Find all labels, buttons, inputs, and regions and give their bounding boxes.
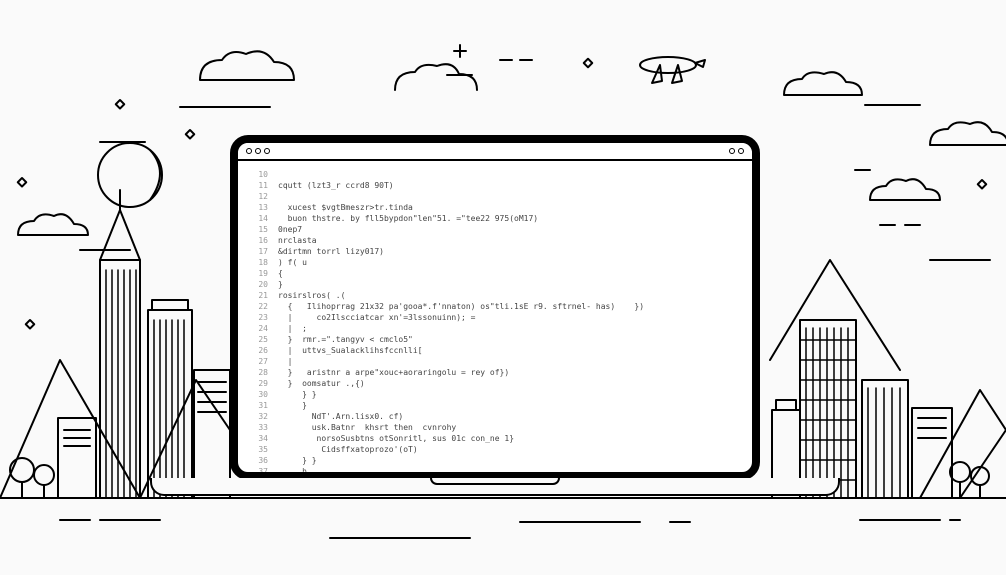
code-line: 30 } } <box>238 389 752 400</box>
code-text: } } <box>278 455 317 466</box>
line-number: 16 <box>238 235 278 246</box>
code-text: | ; <box>278 323 307 334</box>
code-line: 25 } rmr.=".tangyv < cmclo5" <box>238 334 752 345</box>
code-line: 14 buon thstre. by fll5bypdon"len"51. ="… <box>238 213 752 224</box>
code-line: 26 | uttvs_Sualacklihsfccnlli[ <box>238 345 752 356</box>
window-control-icon <box>738 148 744 154</box>
line-number: 21 <box>238 290 278 301</box>
line-number: 28 <box>238 367 278 378</box>
code-text: buon thstre. by fll5bypdon"len"51. ="tee… <box>278 213 538 224</box>
code-text: | co2Ilscciatcar xn'=3lssonuinn); = <box>278 312 475 323</box>
minimize-icon[interactable] <box>255 148 261 154</box>
code-text: | uttvs_Sualacklihsfccnlli[ <box>278 345 423 356</box>
line-number: 26 <box>238 345 278 356</box>
line-number: 22 <box>238 301 278 312</box>
line-number: 19 <box>238 268 278 279</box>
code-line: 33 usk.Batnr khsrt then cvnrohy <box>238 422 752 433</box>
code-line: 20} <box>238 279 752 290</box>
code-line: 24 | ; <box>238 323 752 334</box>
line-number: 37 <box>238 466 278 472</box>
line-number: 32 <box>238 411 278 422</box>
code-text: } <box>278 279 283 290</box>
code-text: h <box>278 466 307 472</box>
code-line: 10 <box>238 169 752 180</box>
line-number: 34 <box>238 433 278 444</box>
code-line: 16nrclasta <box>238 235 752 246</box>
code-text: usk.Batnr khsrt then cvnrohy <box>278 422 456 433</box>
code-line: 35 Cidsffxatoprozo'(oT) <box>238 444 752 455</box>
line-number: 24 <box>238 323 278 334</box>
line-number: 15 <box>238 224 278 235</box>
code-line: 19{ <box>238 268 752 279</box>
laptop-screen: 1011cqutt (lzt3_r ccrd8 90T)1213 xucest … <box>230 135 760 480</box>
line-number: 36 <box>238 455 278 466</box>
line-number: 31 <box>238 400 278 411</box>
laptop-notch <box>430 478 560 485</box>
code-text: rosirslros( .( <box>278 290 345 301</box>
code-text: | <box>278 356 292 367</box>
maximize-icon[interactable] <box>264 148 270 154</box>
code-line: 21rosirslros( .( <box>238 290 752 301</box>
code-line: 150nep7 <box>238 224 752 235</box>
code-text: ) f( u <box>278 257 307 268</box>
code-text: NdT'.Arn.lisx0. cf) <box>278 411 403 422</box>
line-number: 20 <box>238 279 278 290</box>
line-number: 18 <box>238 257 278 268</box>
line-number: 30 <box>238 389 278 400</box>
code-line: 27 | <box>238 356 752 367</box>
code-line: 23 | co2Ilscciatcar xn'=3lssonuinn); = <box>238 312 752 323</box>
code-text: 0nep7 <box>278 224 302 235</box>
code-text: { Ilihoprrag 21x32 pa'gooa*.f'nnaton) os… <box>278 301 644 312</box>
code-line: 34 norsoSusbtns otSonritl, sus 01c con_n… <box>238 433 752 444</box>
code-text: } rmr.=".tangyv < cmclo5" <box>278 334 413 345</box>
code-editor: 1011cqutt (lzt3_r ccrd8 90T)1213 xucest … <box>238 161 752 472</box>
close-icon[interactable] <box>246 148 252 154</box>
code-text: } <box>278 400 307 411</box>
code-line: 13 xucest $vgtBmeszr>tr.tinda <box>238 202 752 213</box>
code-text: } aristnr a arpe"xouc+aoraringolu = rey … <box>278 367 509 378</box>
code-text: { <box>278 268 283 279</box>
code-text: nrclasta <box>278 235 317 246</box>
window-control-icon <box>729 148 735 154</box>
code-line: 22 { Ilihoprrag 21x32 pa'gooa*.f'nnaton)… <box>238 301 752 312</box>
code-line: 17&dirtmn torrl lizy017) <box>238 246 752 257</box>
code-line: 36 } } <box>238 455 752 466</box>
code-line: 11cqutt (lzt3_r ccrd8 90T) <box>238 180 752 191</box>
code-line: 37 h <box>238 466 752 472</box>
line-number: 11 <box>238 180 278 191</box>
window-titlebar <box>238 143 752 161</box>
code-line: 32 NdT'.Arn.lisx0. cf) <box>238 411 752 422</box>
code-line: 28 } aristnr a arpe"xouc+aoraringolu = r… <box>238 367 752 378</box>
code-text: } } <box>278 389 317 400</box>
code-text: &dirtmn torrl lizy017) <box>278 246 384 257</box>
code-line: 31 } <box>238 400 752 411</box>
line-number: 14 <box>238 213 278 224</box>
code-text: norsoSusbtns otSonritl, sus 01c con_ne 1… <box>278 433 514 444</box>
line-number: 23 <box>238 312 278 323</box>
line-number: 25 <box>238 334 278 345</box>
line-number: 13 <box>238 202 278 213</box>
code-line: 12 <box>238 191 752 202</box>
code-line: 29 } oomsatur .,{) <box>238 378 752 389</box>
line-number: 10 <box>238 169 278 180</box>
line-number: 17 <box>238 246 278 257</box>
line-number: 27 <box>238 356 278 367</box>
code-text: Cidsffxatoprozo'(oT) <box>278 444 418 455</box>
code-text: cqutt (lzt3_r ccrd8 90T) <box>278 180 394 191</box>
line-number: 35 <box>238 444 278 455</box>
code-text: } oomsatur .,{) <box>278 378 365 389</box>
code-text: xucest $vgtBmeszr>tr.tinda <box>278 202 413 213</box>
code-line: 18) f( u <box>238 257 752 268</box>
line-number: 12 <box>238 191 278 202</box>
line-number: 29 <box>238 378 278 389</box>
line-number: 33 <box>238 422 278 433</box>
